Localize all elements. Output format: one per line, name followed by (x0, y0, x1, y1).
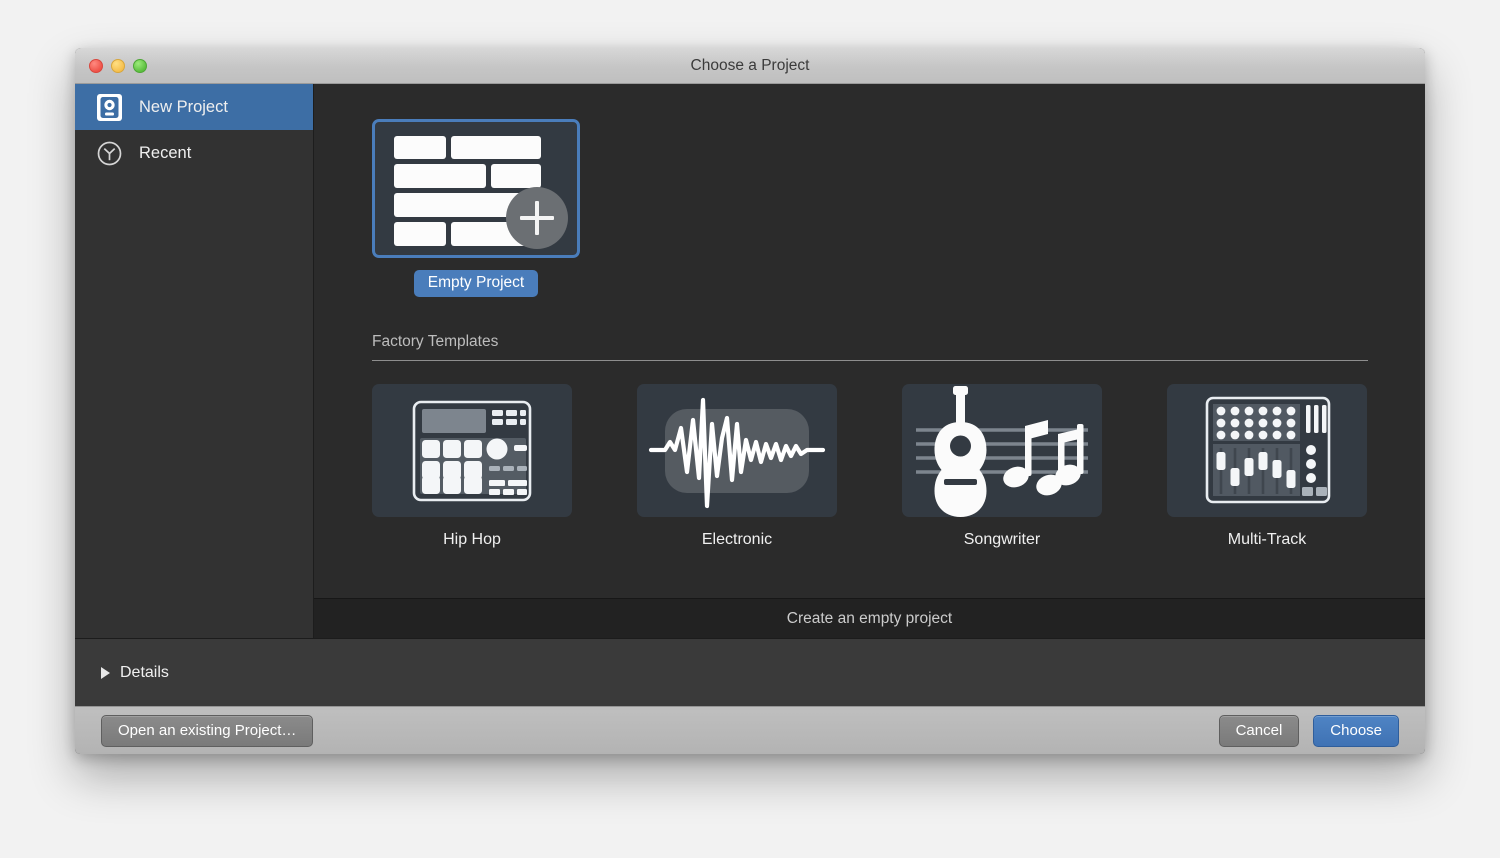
template-tile-hip-hop[interactable]: Hip Hop (372, 384, 572, 549)
add-plus-icon (506, 187, 568, 249)
disk-drive-icon (95, 93, 124, 122)
template-label: Multi-Track (1167, 531, 1367, 549)
template-thumbnail[interactable] (1167, 384, 1367, 517)
sidebar-item-label: Recent (139, 144, 191, 163)
open-existing-project-button[interactable]: Open an existing Project… (101, 715, 313, 747)
template-label: Electronic (637, 531, 837, 549)
template-label: Hip Hop (372, 531, 572, 549)
empty-project-item[interactable]: Empty Project (372, 119, 580, 297)
sidebar: New Project Recent (75, 84, 314, 638)
choose-a-project-window: Choose a Project New Project (75, 48, 1425, 754)
template-tile-electronic[interactable]: Electronic (637, 384, 837, 549)
template-tile-songwriter[interactable]: Songwriter (902, 384, 1102, 549)
mixing-console-icon (1167, 504, 1367, 517)
dialog-body: New Project Recent (75, 84, 1425, 638)
section-divider (372, 360, 1368, 361)
status-bar: Create an empty project (314, 598, 1425, 638)
main-panel: Empty Project Factory Templates (314, 84, 1425, 638)
clock-icon (95, 139, 124, 168)
window-titlebar: Choose a Project (75, 48, 1425, 84)
cancel-button[interactable]: Cancel (1219, 715, 1300, 747)
template-thumbnail[interactable] (372, 384, 572, 517)
dialog-footer: Open an existing Project… Cancel Choose (75, 706, 1425, 754)
empty-project-thumbnail[interactable] (372, 119, 580, 258)
empty-project-label: Empty Project (414, 270, 538, 297)
choose-button[interactable]: Choose (1313, 715, 1399, 747)
window-title: Choose a Project (75, 48, 1425, 83)
status-text: Create an empty project (787, 610, 952, 628)
triangle-right-icon[interactable] (101, 667, 110, 679)
acoustic-guitar-notes-icon (902, 504, 1102, 517)
details-disclosure-row[interactable]: Details (75, 638, 1425, 706)
waveform-icon (637, 504, 837, 517)
drum-machine-icon (372, 504, 572, 517)
sidebar-item-label: New Project (139, 98, 228, 117)
factory-templates-heading: Factory Templates (372, 333, 1368, 360)
template-tiles: Hip Hop (372, 384, 1368, 549)
template-thumbnail[interactable] (637, 384, 837, 517)
template-browser: Empty Project Factory Templates (314, 84, 1425, 598)
template-label: Songwriter (902, 531, 1102, 549)
sidebar-item-new-project[interactable]: New Project (75, 84, 313, 130)
sidebar-item-recent[interactable]: Recent (75, 130, 313, 176)
template-tile-multi-track[interactable]: Multi-Track (1167, 384, 1367, 549)
details-label: Details (120, 664, 169, 682)
template-thumbnail[interactable] (902, 384, 1102, 517)
factory-templates-section: Factory Templates (372, 333, 1368, 549)
